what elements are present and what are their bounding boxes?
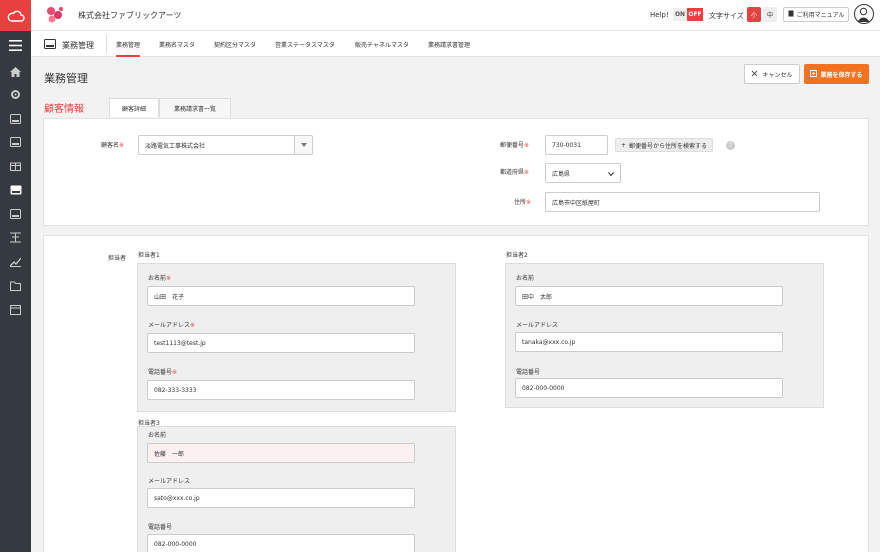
contact-phone-input[interactable]: 082-000-0000 [515,378,783,398]
caret-down-icon [294,136,312,154]
plus-icon: + [621,141,627,149]
avatar[interactable] [854,4,874,24]
contact-card: お名前 佐藤 一郎 メールアドレス sato@xxx.co.jp 電話番号 08… [137,426,456,552]
business-icon[interactable] [0,183,31,196]
chart-icon[interactable] [9,255,22,268]
contact-email-label: メールアドレス [516,322,559,329]
font-size-medium-button[interactable]: 中 [763,7,777,22]
manual-button[interactable]: ご利用マニュアル [783,7,849,22]
cancel-button[interactable]: キャンセル [744,64,800,84]
tab-contract-master[interactable]: 契約区分マスタ [214,40,256,49]
cloud-logo-icon[interactable] [0,0,31,31]
section-title: 顧客情報 [44,104,84,115]
tab-channel-master[interactable]: 販売チャネルマスタ [355,40,409,49]
manual-button-label: ご利用マニュアル [796,12,845,19]
calendar-icon[interactable] [9,303,22,316]
contact-heading: 担当者2 [506,252,528,259]
tab-invoice-list[interactable]: 業務請求書一覧 [159,98,231,117]
contact-email-input[interactable]: sato@xxx.co.jp [147,488,415,508]
register2-icon[interactable] [9,135,22,148]
folder-icon[interactable] [9,279,22,292]
company-name: 株式会社ファブリックアーツ [78,11,182,20]
tab-customer-detail[interactable]: 顧客詳細 [109,98,159,117]
contact-name-input[interactable]: 田中 太郎 [515,286,783,306]
contact-phone-label: 電話番号 [516,369,541,376]
subnav-title-label: 業務管理 [62,40,94,50]
contact-card: お名前 田中 太郎 メールアドレス tanaka@xxx.co.jp 電話番号 … [505,263,824,408]
help-label: Help! [650,11,669,19]
zip-label: 郵便番号※ [500,142,530,149]
question-icon[interactable]: ? [726,141,735,150]
font-size-label: 文字サイズ [709,12,744,20]
brand-logo-icon [44,5,66,25]
contact-phone-input[interactable]: 082-333-3333 [147,380,415,400]
customer-name-select[interactable]: 淡路電気工事株式会社 [138,135,313,155]
contact-phone-input[interactable]: 082-000-0000 [147,534,415,552]
contacts-panel: 担当者 担当者1 お名前※ 山田 花子 メールアドレス※ test1113@te… [43,235,869,552]
contact-card: お名前※ 山田 花子 メールアドレス※ test1113@test.jp 電話番… [137,263,456,412]
sidebar [0,31,31,552]
prefecture-value: 広島県 [552,170,571,178]
contact-name-input[interactable]: 佐藤 一郎 [147,443,415,463]
gear-icon[interactable] [9,88,22,101]
register-icon[interactable] [9,112,22,125]
save-button-label: 業務を保存する [820,71,863,79]
help-toggle-off[interactable]: OFF [687,8,703,21]
contact-email-input[interactable]: test1113@test.jp [147,333,415,353]
customer-name-label: 顧客名※ [101,142,125,149]
contact-phone-label: 電話番号 [148,524,173,531]
contacts-section-label: 担当者 [108,255,127,262]
home-icon[interactable] [9,65,22,78]
tab-business[interactable]: 業務管理 [116,40,141,57]
page-title: 業務管理 [44,72,88,85]
contact-email-label: メールアドレス※ [148,322,196,329]
contact-heading: 担当者1 [138,252,160,259]
divider [106,35,107,53]
gift-icon[interactable] [9,159,22,172]
prefecture-label: 都道府県※ [500,169,530,176]
zip-search-label: 郵便番号から住所を検索する [629,142,708,150]
subnav-title: 業務管理 [44,39,94,51]
ledger-icon[interactable] [9,231,22,244]
customer-panel: 顧客名※ 淡路電気工事株式会社 郵便番号※ 730-0031 + 郵便番号から住… [43,118,869,226]
menu-icon[interactable] [9,39,22,52]
close-icon [751,70,758,79]
business-icon [44,39,56,51]
help-toggle-on[interactable]: ON [673,8,687,21]
tab-status-master[interactable]: 営業ステータスマスタ [275,40,335,49]
invoice-icon[interactable] [9,207,22,220]
top-header: 株式会社ファブリックアーツ Help! ON OFF 文字サイズ 小 中 ご利用… [0,0,880,31]
sub-navigation: 業務管理 業務管理 業務名マスタ 契約区分マスタ 営業ステータスマスタ 販売チャ… [31,31,880,57]
contact-name-label: お名前 [516,275,535,282]
contact-name-label: お名前※ [148,275,172,282]
address-label: 住所※ [514,199,532,206]
book-icon [788,10,794,19]
tab-invoice-management[interactable]: 業務請求書管理 [428,40,470,49]
tab-business-master[interactable]: 業務名マスタ [159,40,195,49]
contact-email-input[interactable]: tanaka@xxx.co.jp [515,332,783,352]
save-button[interactable]: 業務を保存する [804,64,869,84]
font-size-small-button[interactable]: 小 [747,7,761,22]
contact-email-label: メールアドレス [148,478,191,485]
plus-square-icon [810,69,818,79]
zip-search-button[interactable]: + 郵便番号から住所を検索する [615,138,714,152]
customer-name-value: 淡路電気工事株式会社 [145,142,206,150]
contact-name-input[interactable]: 山田 花子 [147,286,415,306]
address-input[interactable]: 広島市中区紙屋町 [545,192,820,212]
prefecture-select[interactable]: 広島県 [545,163,621,183]
zip-input[interactable]: 730-0031 [545,135,608,155]
contact-name-label: お名前 [148,432,167,439]
contact-phone-label: 電話番号※ [148,369,178,376]
cancel-button-label: キャンセル [762,71,793,79]
chevron-down-icon [608,171,614,178]
